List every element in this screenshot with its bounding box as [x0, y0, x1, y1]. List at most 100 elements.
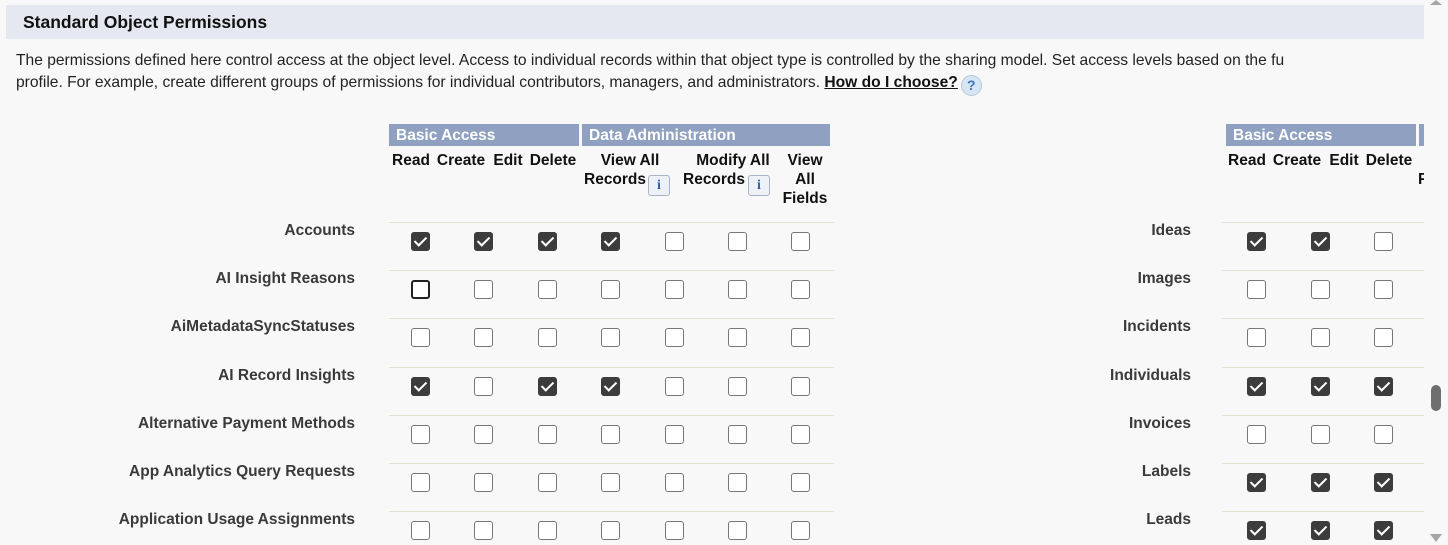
- checkbox-alternative-payment-methods-1[interactable]: [473, 424, 493, 444]
- right-checkbox-invoices-2[interactable]: [1373, 424, 1393, 444]
- right-checkbox-individuals-0[interactable]: [1246, 376, 1266, 396]
- checkbox-alternative-payment-methods-3[interactable]: [600, 424, 620, 444]
- checkbox-application-usage-assignments-2[interactable]: [537, 521, 557, 541]
- checkbox-alternative-payment-methods-5[interactable]: [727, 424, 747, 444]
- checkbox-app-analytics-query-requests-1[interactable]: [473, 473, 493, 492]
- right-checkbox-images-2[interactable]: [1373, 280, 1393, 300]
- right-row-label-individuals: Individuals: [1110, 366, 1191, 384]
- row-separator: [1222, 318, 1424, 320]
- checkbox-accounts-5[interactable]: [727, 232, 747, 251]
- checkbox-app-analytics-query-requests-5[interactable]: [727, 473, 747, 492]
- right-checkbox-ideas-1[interactable]: [1310, 232, 1330, 251]
- right-row-label-invoices: Invoices: [1128, 414, 1191, 432]
- checkbox-app-analytics-query-requests-4[interactable]: [664, 473, 684, 492]
- col-header-view-all-fields-line2: All: [795, 171, 815, 188]
- right-row-label-images: Images: [1137, 270, 1191, 288]
- modify-all-records-info-icon[interactable]: i: [748, 175, 770, 196]
- section-header: Standard Object Permissions: [6, 5, 1424, 39]
- row-separator: [1222, 270, 1424, 272]
- checkbox-ai-insight-reasons-5[interactable]: [727, 280, 747, 300]
- right-col-header-edit: Edit: [1329, 152, 1359, 169]
- right-checkbox-leads-1[interactable]: [1310, 521, 1330, 541]
- right-checkbox-ideas-0[interactable]: [1246, 232, 1266, 251]
- checkbox-aimetadatasyncstatuses-3[interactable]: [600, 328, 620, 348]
- checkbox-aimetadatasyncstatuses-5[interactable]: [727, 328, 747, 348]
- right-checkbox-images-1[interactable]: [1310, 280, 1330, 300]
- scroll-down-arrow-icon[interactable]: [1430, 534, 1442, 542]
- right-checkbox-images-0[interactable]: [1246, 280, 1266, 300]
- right-checkbox-incidents-2[interactable]: [1373, 328, 1393, 348]
- row-label-app-analytics-query-requests: App Analytics Query Requests: [129, 463, 355, 480]
- checkbox-app-analytics-query-requests-6[interactable]: [790, 473, 810, 492]
- checkbox-ai-record-insights-2[interactable]: [537, 376, 557, 396]
- row-separator: [389, 414, 834, 416]
- checkbox-ai-record-insights-4[interactable]: [664, 376, 684, 396]
- right-checkbox-leads-0[interactable]: [1246, 521, 1266, 541]
- vertical-scrollbar[interactable]: [1424, 0, 1448, 545]
- right-checkbox-individuals-2[interactable]: [1373, 376, 1393, 396]
- right-checkbox-ideas-2[interactable]: [1373, 232, 1393, 251]
- row-separator: [389, 270, 834, 272]
- checkbox-ai-insight-reasons-6[interactable]: [790, 280, 810, 300]
- right-checkbox-incidents-1[interactable]: [1310, 328, 1330, 348]
- checkbox-accounts-2[interactable]: [537, 232, 557, 251]
- group-header-data-administration: Data Administration: [582, 124, 830, 146]
- checkbox-ai-record-insights-5[interactable]: [727, 376, 747, 396]
- checkbox-aimetadatasyncstatuses-2[interactable]: [537, 328, 557, 348]
- checkbox-ai-insight-reasons-1[interactable]: [473, 280, 493, 300]
- description-line-2: profile. For example, create different g…: [16, 74, 821, 91]
- row-label-accounts: Accounts: [284, 222, 355, 239]
- checkbox-aimetadatasyncstatuses-4[interactable]: [664, 328, 684, 348]
- checkbox-aimetadatasyncstatuses-1[interactable]: [473, 328, 493, 348]
- checkbox-application-usage-assignments-5[interactable]: [727, 521, 747, 541]
- checkbox-alternative-payment-methods-2[interactable]: [537, 424, 557, 444]
- checkbox-app-analytics-query-requests-2[interactable]: [537, 473, 557, 492]
- checkbox-accounts-4[interactable]: [664, 232, 684, 251]
- checkbox-app-analytics-query-requests-3[interactable]: [600, 473, 620, 492]
- help-question-icon[interactable]: ?: [960, 75, 982, 96]
- right-checkbox-labels-2[interactable]: [1373, 473, 1393, 492]
- checkbox-aimetadatasyncstatuses-6[interactable]: [790, 328, 810, 348]
- row-separator: [1222, 463, 1424, 464]
- checkbox-ai-insight-reasons-2[interactable]: [537, 280, 557, 300]
- row-separator: [389, 511, 834, 513]
- description-line-1: The permissions defined here control acc…: [16, 52, 1285, 69]
- checkbox-ai-record-insights-0[interactable]: [410, 376, 430, 396]
- checkbox-application-usage-assignments-3[interactable]: [600, 521, 620, 541]
- right-checkbox-labels-1[interactable]: [1310, 473, 1330, 492]
- checkbox-application-usage-assignments-0[interactable]: [410, 521, 430, 541]
- right-checkbox-leads-2[interactable]: [1373, 521, 1393, 541]
- checkbox-ai-insight-reasons-4[interactable]: [664, 280, 684, 300]
- checkbox-ai-record-insights-3[interactable]: [600, 376, 620, 396]
- checkbox-application-usage-assignments-1[interactable]: [473, 521, 493, 541]
- checkbox-accounts-0[interactable]: [410, 232, 430, 251]
- col-header-view-all-fields: View All Fields: [779, 151, 831, 208]
- checkbox-accounts-6[interactable]: [790, 232, 810, 251]
- right-checkbox-labels-0[interactable]: [1246, 473, 1266, 492]
- right-row-label-labels: Labels: [1141, 463, 1191, 480]
- right-checkbox-incidents-0[interactable]: [1246, 328, 1266, 348]
- checkbox-alternative-payment-methods-6[interactable]: [790, 424, 810, 444]
- right-row-label-incidents: Incidents: [1122, 318, 1191, 336]
- checkbox-accounts-1[interactable]: [473, 232, 493, 251]
- right-checkbox-invoices-1[interactable]: [1310, 424, 1330, 444]
- checkbox-ai-record-insights-6[interactable]: [790, 376, 810, 396]
- right-checkbox-individuals-1[interactable]: [1310, 376, 1330, 396]
- checkbox-aimetadatasyncstatuses-0[interactable]: [410, 328, 430, 348]
- checkbox-app-analytics-query-requests-0[interactable]: [410, 473, 430, 492]
- checkbox-application-usage-assignments-4[interactable]: [664, 521, 684, 541]
- row-separator: [1222, 414, 1424, 416]
- checkbox-application-usage-assignments-6[interactable]: [790, 521, 810, 541]
- how-do-i-choose-link[interactable]: How do I choose?: [824, 74, 957, 91]
- checkbox-ai-record-insights-1[interactable]: [473, 376, 493, 396]
- checkbox-ai-insight-reasons-0[interactable]: [410, 280, 430, 300]
- right-checkbox-invoices-0[interactable]: [1246, 424, 1266, 444]
- checkbox-accounts-3[interactable]: [600, 232, 620, 251]
- view-all-records-info-icon[interactable]: i: [648, 175, 670, 196]
- row-separator: [1222, 511, 1424, 513]
- scroll-up-arrow-icon[interactable]: [1430, 0, 1442, 5]
- checkbox-alternative-payment-methods-0[interactable]: [410, 424, 430, 444]
- scroll-thumb[interactable]: [1431, 385, 1441, 411]
- checkbox-ai-insight-reasons-3[interactable]: [600, 280, 620, 300]
- checkbox-alternative-payment-methods-4[interactable]: [664, 424, 684, 444]
